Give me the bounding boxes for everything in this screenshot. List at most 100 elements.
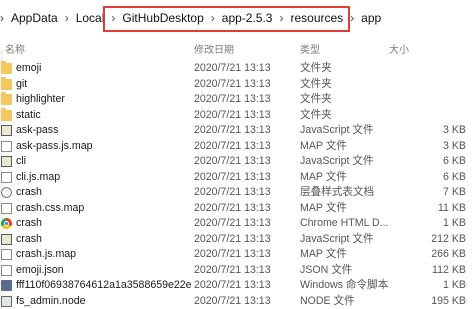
file-date: 2020/7/21 13:13 [194,247,271,263]
exe-icon [1,280,12,291]
file-icon [1,172,12,183]
file-name: crash.css.map [16,201,84,217]
file-date: 2020/7/21 13:13 [194,77,271,93]
file-size: 1 KB [443,278,466,294]
file-type: 文件夹 [300,92,332,108]
file-row[interactable]: emoji 2020/7/21 13:13 文件夹 [0,61,474,77]
script-icon [1,125,12,136]
file-icon [1,265,12,276]
file-name: crash.js.map [16,247,76,263]
column-header-size[interactable]: 大小 [389,41,409,56]
file-name: emoji.json [16,263,64,279]
folder-icon [1,79,12,90]
column-header: 名称 修改日期 类型 大小 [0,38,474,56]
column-header-type[interactable]: 类型 [300,41,320,56]
folder-icon [1,94,12,105]
file-date: 2020/7/21 13:13 [194,139,271,155]
file-size: 7 KB [443,185,466,201]
file-size: 3 KB [443,139,466,155]
file-name: fs_admin.node [16,294,86,309]
file-row[interactable]: crash 2020/7/21 13:13 Chrome HTML D... 1 KB [0,216,474,232]
breadcrumb-separator: › [0,11,4,25]
file-date: 2020/7/21 13:13 [194,216,271,232]
file-date: 2020/7/21 13:13 [194,201,271,217]
folder-icon [1,110,12,121]
file-list: emoji 2020/7/21 13:13 文件夹 git 2020/7/21 13:1… [0,61,474,309]
file-row[interactable]: crash2020/7/21 13:13JavaScript 文件212 KB [0,232,474,248]
file-name: fff110f06938764612a1a3588659e22e [16,278,192,294]
file-row[interactable]: emoji.json 2020/7/21 13:13 JSON 文件 112 KB [0,263,474,279]
file-type: MAP 文件 [300,170,347,186]
file-size: 212 KB [431,232,466,248]
file-size: 266 KB [431,247,466,263]
file-icon [1,141,12,152]
file-date: 2020/7/21 13:13 [194,232,271,248]
file-type: Chrome HTML D... [300,216,389,232]
chrome-icon [1,218,12,229]
file-name: crash [16,216,42,232]
file-row[interactable]: git 2020/7/21 13:13 文件夹 [0,77,474,93]
file-type: JavaScript 文件 [300,154,374,170]
file-type: JavaScript 文件 [300,123,374,139]
css-icon [1,187,12,198]
script-icon [1,234,12,245]
file-row[interactable]: cli.js.map 2020/7/21 13:13 MAP 文件 6 KB [0,170,474,186]
file-type: 文件夹 [300,108,332,124]
file-date: 2020/7/21 13:13 [194,263,271,279]
file-date: 2020/7/21 13:13 [194,294,271,309]
file-row[interactable]: crash.js.map 2020/7/21 13:13 MAP 文件 266 KB [0,247,474,263]
file-size: 6 KB [443,170,466,186]
file-name: cli.js.map [16,170,60,186]
highlight-box [103,6,350,32]
file-type: 层叠样式表文档 [300,185,374,201]
file-name: cli [16,154,26,170]
file-date: 2020/7/21 13:13 [194,123,271,139]
file-row[interactable]: ask-pass 2020/7/21 13:13 JavaScript 文件 3 KB [0,123,474,139]
file-row[interactable]: highlighter2020/7/21 13:13文件夹 [0,92,474,108]
file-size: 3 KB [443,123,466,139]
file-type: MAP 文件 [300,139,347,155]
file-date: 2020/7/21 13:13 [194,185,271,201]
column-header-name[interactable]: 名称 [5,41,25,56]
file-name: emoji [16,61,41,77]
file-size: 195 KB [431,294,466,309]
file-type: Windows 命令脚本 [300,278,388,294]
file-icon [1,249,12,260]
file-name: crash [16,185,42,201]
script-icon [1,156,12,167]
file-row[interactable]: crash 2020/7/21 13:13 层叠样式表文档 7 KB [0,185,474,201]
file-name: static [16,108,41,124]
file-type: 文件夹 [300,61,332,77]
file-type: MAP 文件 [300,201,347,217]
breadcrumb-local[interactable]: Local [76,11,105,25]
file-name: git [16,77,27,93]
file-icon [1,203,12,214]
file-type: 文件夹 [300,77,332,93]
file-size: 11 KB [438,201,466,217]
file-date: 2020/7/21 13:13 [194,154,271,170]
file-row[interactable]: crash.css.map 2020/7/21 13:13 MAP 文件 11 KB [0,201,474,217]
file-name: highlighter [16,92,65,108]
file-row[interactable]: static 2020/7/21 13:13 文件夹 [0,108,474,124]
file-date: 2020/7/21 13:13 [194,108,271,124]
file-size: 1 KB [443,216,466,232]
file-date: 2020/7/21 13:13 [194,278,271,294]
breadcrumb-separator: › [65,11,69,25]
breadcrumb-appdata[interactable]: AppData [11,11,58,25]
file-name: crash [16,232,42,248]
breadcrumb-separator: › [350,11,354,25]
breadcrumb-app[interactable]: app [361,11,381,25]
file-row[interactable]: fff110f06938764612a1a3588659e22e2020/7/2… [0,278,474,294]
file-type: MAP 文件 [300,247,347,263]
column-header-date[interactable]: 修改日期 [194,41,234,56]
file-size: 112 KB [432,263,466,279]
file-date: 2020/7/21 13:13 [194,170,271,186]
file-name: ask-pass [16,123,58,139]
file-type: NODE 文件 [300,294,355,309]
file-row[interactable]: cli2020/7/21 13:13JavaScript 文件6 KB [0,154,474,170]
file-row[interactable]: ask-pass.js.map 2020/7/21 13:13 MAP 文件 3 KB [0,139,474,155]
file-row[interactable]: fs_admin.node 2020/7/21 13:13 NODE 文件 195 K… [0,294,474,309]
file-date: 2020/7/21 13:13 [194,61,271,77]
file-name: ask-pass.js.map [16,139,93,155]
file-type: JSON 文件 [300,263,352,279]
